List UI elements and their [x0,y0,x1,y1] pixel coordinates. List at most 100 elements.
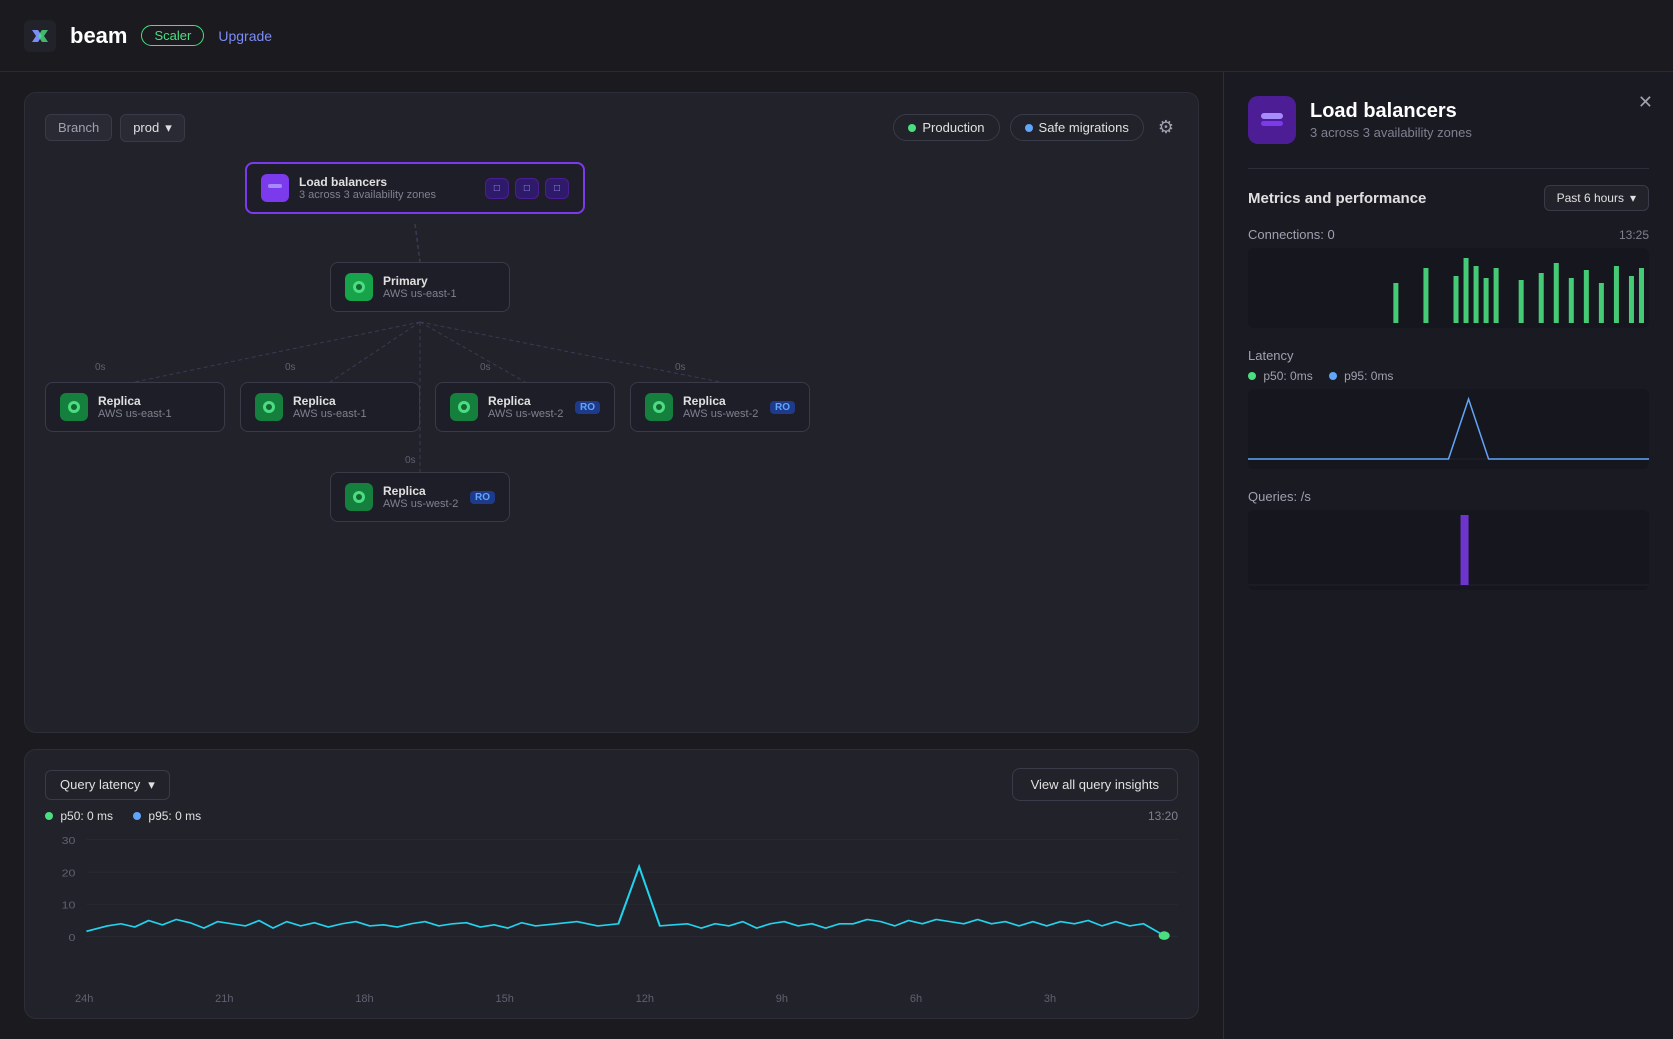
latency-legend: p50: 0ms p95: 0ms [1248,369,1649,383]
queries-label: Queries: /s [1248,489,1311,504]
p50-legend-label: p50: [1263,369,1286,383]
replica-icon-1 [60,393,88,421]
branch-value: prod [133,120,159,135]
left-panel: Branch prod ▾ Production Safe migrations [0,72,1223,1039]
replica-2-info: Replica AWS us-east-1 [293,394,367,420]
time-range-dropdown[interactable]: Past 6 hours ▾ [1544,185,1649,211]
branch-dropdown[interactable]: prod ▾ [120,114,185,142]
lb-subtitle: 3 across 3 availability zones [299,189,436,201]
query-chart: 30 20 10 0 [45,829,1178,989]
lb-icon [261,174,289,202]
scaler-badge: Scaler [141,25,204,46]
p95-label: p95: [148,809,171,823]
production-status-dot [908,124,916,132]
latency-3: 0s [675,362,686,373]
topo-connectors [45,162,1178,522]
connections-chart [1248,248,1649,328]
diagram-header: Branch prod ▾ Production Safe migrations [45,113,1178,142]
production-btn[interactable]: Production [893,114,999,141]
queries-chart [1248,510,1649,590]
replica-node-4[interactable]: Replica AWS us-west-2 RO [630,382,810,432]
query-latency-dropdown[interactable]: Query latency ▾ [45,770,170,800]
ro-badge-3: RO [575,401,600,414]
p95-legend: p95: 0ms [1329,369,1394,383]
panel-info: Load balancers 3 across 3 availability z… [1310,100,1472,140]
x-label-3h: 3h [1044,993,1056,1005]
p95-legend-value: 0ms [1371,369,1394,383]
primary-node[interactable]: Primary AWS us-east-1 [330,262,510,312]
logo-icon [24,20,56,52]
replica-icon-2 [255,393,283,421]
replica-icon-4 [645,393,673,421]
latency-1: 0s [285,362,296,373]
queries-label-row: Queries: /s [1248,489,1649,504]
diagram-card: Branch prod ▾ Production Safe migrations [24,92,1199,733]
production-label: Production [922,120,984,135]
replica-5-info: Replica AWS us-west-2 [383,484,458,510]
right-panel: ✕ Load balancers 3 across 3 availability… [1223,72,1673,1039]
panel-close-btn[interactable]: ✕ [1638,92,1653,113]
queries-metric: Queries: /s [1248,489,1649,590]
stat-items: p50: 0 ms p95: 0 ms [45,809,201,823]
p50-value: 0 ms [87,809,113,823]
svg-text:20: 20 [62,869,76,879]
query-chart-svg: 30 20 10 0 [45,829,1178,969]
metrics-header: Metrics and performance Past 6 hours ▾ [1248,185,1649,211]
x-label-24h: 24h [75,993,93,1005]
panel-subtitle: 3 across 3 availability zones [1310,125,1472,140]
connections-metric: Connections: 0 13:25 [1248,227,1649,328]
diagram-actions: Production Safe migrations ⚙ [893,113,1178,142]
view-insights-btn[interactable]: View all query insights [1012,768,1178,801]
replica-node-3[interactable]: Replica AWS us-west-2 RO [435,382,615,432]
query-latency-label: Query latency [60,777,140,792]
time-range-label: Past 6 hours [1557,191,1624,205]
x-label-21h: 21h [215,993,233,1005]
x-label-12h: 12h [636,993,654,1005]
replica-icon-3 [450,393,478,421]
svg-text:0: 0 [68,933,75,943]
x-label-15h: 15h [495,993,513,1005]
replica-node-5[interactable]: Replica AWS us-west-2 RO [330,472,510,522]
p50-dot [45,812,53,820]
panel-lb-icon [1248,96,1296,144]
svg-text:10: 10 [62,901,76,911]
app-title: beam [70,23,127,49]
panel-title-row: Load balancers 3 across 3 availability z… [1248,96,1649,144]
chart-x-labels: 24h 21h 18h 15h 12h 9h 6h 3h [45,989,1178,1005]
dropdown-chevron: ▾ [148,777,155,793]
latency-metric: Latency p50: 0ms p95: 0ms [1248,348,1649,469]
divider-1 [1248,168,1649,169]
lb-node[interactable]: Load balancers 3 across 3 availability z… [245,162,585,214]
latency-label: Latency [1248,348,1294,363]
primary-title: Primary [383,274,457,288]
x-label-18h: 18h [355,993,373,1005]
app-header: beam Scaler Upgrade [0,0,1673,72]
query-header: Query latency ▾ View all query insights [45,768,1178,801]
connections-label-row: Connections: 0 13:25 [1248,227,1649,242]
settings-btn[interactable]: ⚙ [1154,113,1178,142]
primary-region: AWS us-east-1 [383,288,457,300]
p50-legend-dot [1248,372,1256,380]
chevron-down-icon: ▾ [165,120,172,136]
query-stats: p50: 0 ms p95: 0 ms 13:20 [45,809,1178,823]
latency-4: 0s [405,455,416,466]
p95-legend-dot [1329,372,1337,380]
p95-value: 0 ms [175,809,201,823]
latency-label-row: Latency [1248,348,1649,363]
lb-instance-2: □ [515,178,539,199]
lb-instances: □ □ □ [485,178,569,199]
p50-stat: p50: 0 ms [45,809,113,823]
replica-node-1[interactable]: Replica AWS us-east-1 [45,382,225,432]
main-layout: Branch prod ▾ Production Safe migrations [0,72,1673,1039]
replica-node-2[interactable]: Replica AWS us-east-1 [240,382,420,432]
x-label-9h: 9h [776,993,788,1005]
primary-icon [345,273,373,301]
query-section: Query latency ▾ View all query insights … [24,749,1199,1019]
topology-diagram: Load balancers 3 across 3 availability z… [45,162,1178,522]
ro-badge-5: RO [470,491,495,504]
p95-dot [133,812,141,820]
safe-migrations-btn[interactable]: Safe migrations [1010,114,1144,141]
upgrade-link[interactable]: Upgrade [218,28,272,44]
lb-info: Load balancers 3 across 3 availability z… [299,175,436,201]
p95-legend-label: p95: [1344,369,1367,383]
